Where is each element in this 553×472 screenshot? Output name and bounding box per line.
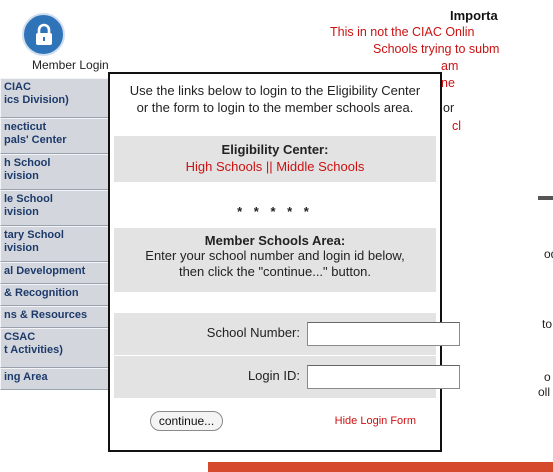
hide-login-form-link[interactable]: Hide Login Form [335, 415, 416, 427]
member-schools-section: Member Schools Area: Enter your school n… [114, 228, 436, 292]
login-id-label: Login ID: [247, 368, 300, 383]
school-number-input[interactable] [307, 322, 460, 346]
notice-title: Importa [450, 8, 498, 23]
notice-line: cl [452, 119, 462, 133]
login-id-row: Login ID: [114, 356, 460, 398]
login-popup: Use the links below to login to the Elig… [108, 72, 460, 452]
notice-line: This in not the CIAC Onlin [330, 25, 475, 39]
notice-line: Schools trying to subm [373, 42, 500, 56]
member-schools-instructions: Enter your school number and login id be… [145, 248, 405, 279]
high-schools-link[interactable]: High Schools [186, 159, 263, 174]
eligibility-links: High Schools || Middle Schools [114, 159, 436, 174]
content-fragment: od [544, 247, 553, 261]
section-separator-stars: * * * * * [237, 204, 313, 219]
links-separator: || [262, 159, 277, 174]
content-divider [538, 196, 553, 200]
member-schools-title: Member Schools Area: [204, 233, 346, 248]
notice-line: ne [441, 76, 455, 90]
content-fragment: to [542, 317, 553, 331]
school-number-row: School Number: [114, 313, 460, 355]
footer-red-bar [208, 462, 553, 472]
member-login-label[interactable]: Member Login [32, 58, 109, 72]
notice-line: am [441, 59, 459, 73]
lock-icon [35, 23, 52, 45]
popup-intro-text: Use the links below to login to the Elig… [129, 83, 421, 115]
middle-schools-link[interactable]: Middle Schools [276, 159, 364, 174]
login-id-input[interactable] [307, 365, 460, 389]
content-fragment: oll [538, 385, 551, 399]
eligibility-center-section: Eligibility Center: High Schools || Midd… [114, 136, 436, 182]
continue-button[interactable]: continue... [150, 411, 223, 431]
content-fragment: o [544, 370, 551, 384]
notice-line: or [443, 101, 455, 115]
member-login-lock-icon[interactable] [22, 13, 65, 56]
school-number-label: School Number: [206, 325, 300, 340]
eligibility-center-title: Eligibility Center: [221, 142, 329, 157]
